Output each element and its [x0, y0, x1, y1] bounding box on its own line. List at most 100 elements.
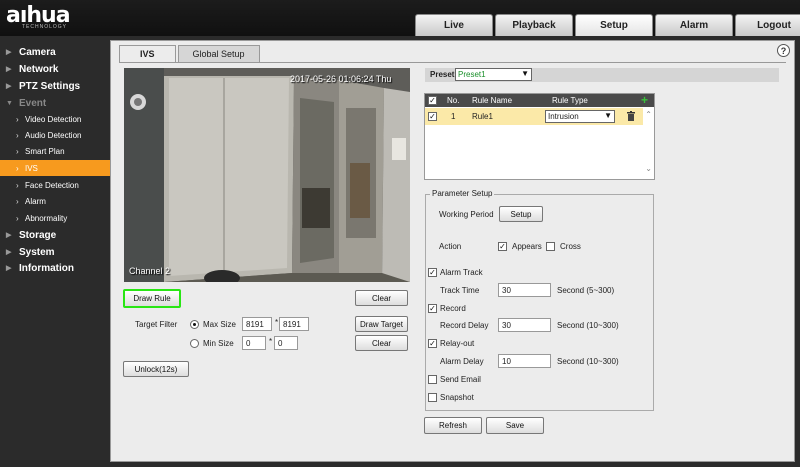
send-email-checkbox[interactable]	[428, 375, 437, 384]
tab-global-setup[interactable]: Global Setup	[177, 45, 260, 62]
sidebar-item-information[interactable]: ▶ Information	[0, 260, 110, 276]
unlock-button[interactable]: Unlock(12s)	[123, 361, 189, 377]
alarm-delay-label: Alarm Delay	[440, 357, 484, 366]
sidebar-item-label: Face Detection	[25, 180, 79, 190]
track-time-input[interactable]: 30	[498, 283, 551, 297]
video-preview[interactable]: 2017-05-26 01:06:24 Thu Channel 2	[124, 68, 410, 282]
video-timestamp: 2017-05-26 01:06:24 Thu	[290, 74, 392, 84]
sidebar-item-smart-plan[interactable]: › Smart Plan	[0, 143, 110, 159]
brand-tagline: TECHNOLOGY	[22, 24, 68, 30]
scroll-down-icon[interactable]: ⌄	[645, 164, 652, 173]
sidebar-item-system[interactable]: ▶ System	[0, 244, 110, 260]
max-size-width-input[interactable]: 8191	[242, 317, 272, 331]
record-delay-label: Record Delay	[440, 321, 489, 330]
sidebar-item-event[interactable]: ▼ Event	[0, 95, 110, 111]
sidebar-item-label: Camera	[19, 46, 56, 58]
table-row[interactable]: ✓ 1 Rule1 Intrusion ▼	[425, 108, 643, 125]
help-icon[interactable]: ?	[777, 44, 790, 57]
sidebar-item-ivs[interactable]: › IVS	[0, 160, 110, 176]
max-size-radio[interactable]	[190, 320, 199, 329]
trash-icon[interactable]	[627, 111, 635, 121]
min-size-width-input[interactable]: 0	[242, 336, 266, 350]
max-size-height-input[interactable]: 8191	[279, 317, 309, 331]
chevron-right-icon: ▶	[6, 49, 12, 56]
parameter-setup-group: Parameter Setup Working Period Setup Act…	[425, 189, 654, 411]
chevron-right-icon: ▶	[6, 232, 12, 239]
sidebar-item-network[interactable]: ▶ Network	[0, 61, 110, 77]
chevron-right-icon: ▶	[6, 265, 12, 272]
clear-rule-button[interactable]: Clear	[355, 290, 408, 306]
appears-checkbox[interactable]: ✓	[498, 242, 507, 251]
chevron-right-icon: ▶	[6, 66, 12, 73]
snapshot-checkbox[interactable]	[428, 393, 437, 402]
action-label: Action	[439, 242, 462, 251]
min-size-radio[interactable]	[190, 339, 199, 348]
sidebar-item-label: Information	[19, 262, 74, 274]
parameter-setup-legend: Parameter Setup	[430, 189, 495, 198]
sidebar-item-label: Storage	[19, 229, 57, 241]
sidebar-item-label: Network	[19, 63, 59, 75]
track-time-label: Track Time	[440, 286, 480, 295]
nav-tab-live[interactable]: Live	[415, 14, 493, 36]
target-filter-label: Target Filter	[135, 320, 178, 329]
sidebar-item-label: Video Detection	[25, 114, 82, 124]
sidebar-item-storage[interactable]: ▶ Storage	[0, 227, 110, 243]
chevron-right-icon: ›	[16, 213, 19, 223]
sidebar-item-audio-detection[interactable]: › Audio Detection	[0, 127, 110, 143]
chevron-right-icon: ›	[16, 130, 19, 140]
min-size-separator: *	[269, 337, 273, 346]
max-size-separator: *	[275, 318, 279, 327]
camera-scene-image	[124, 68, 410, 282]
rule-enable-checkbox[interactable]: ✓	[428, 112, 437, 121]
draw-rule-button[interactable]: Draw Rule	[123, 289, 181, 308]
sidebar-item-label: IVS	[25, 163, 38, 173]
sidebar-item-face-detection[interactable]: › Face Detection	[0, 177, 110, 193]
refresh-button[interactable]: Refresh	[424, 417, 482, 434]
select-all-checkbox[interactable]: ✓	[428, 96, 437, 105]
chevron-right-icon: ▶	[6, 249, 12, 256]
sidebar-item-label: PTZ Settings	[19, 80, 81, 92]
sidebar-item-abnormality[interactable]: › Abnormality	[0, 210, 110, 226]
sidebar-item-camera[interactable]: ▶ Camera	[0, 44, 110, 60]
alarm-track-label: Alarm Track	[440, 268, 483, 277]
relay-out-checkbox[interactable]: ✓	[428, 339, 437, 348]
rule-type-select[interactable]: Intrusion ▼	[545, 110, 615, 123]
sidebar-item-video-detection[interactable]: › Video Detection	[0, 111, 110, 127]
min-size-height-input[interactable]: 0	[274, 336, 298, 350]
max-size-label: Max Size	[203, 320, 236, 329]
preset-select[interactable]: Preset1 ▼	[455, 68, 532, 81]
nav-tab-setup[interactable]: Setup	[575, 14, 653, 36]
nav-tab-alarm[interactable]: Alarm	[655, 14, 733, 36]
subtabs: IVS Global Setup	[119, 45, 262, 62]
clear-target-button[interactable]: Clear	[355, 335, 408, 351]
cross-label: Cross	[560, 242, 581, 251]
tab-ivs[interactable]: IVS	[119, 45, 176, 62]
sidebar-item-ptz-settings[interactable]: ▶ PTZ Settings	[0, 78, 110, 94]
alarm-track-checkbox[interactable]: ✓	[428, 268, 437, 277]
app-header: aıhua TECHNOLOGY Live Playback Setup Ala…	[0, 0, 800, 36]
plus-icon[interactable]: +	[641, 93, 648, 107]
save-button[interactable]: Save	[486, 417, 544, 434]
working-period-label: Working Period	[439, 210, 494, 219]
chevron-right-icon: ›	[16, 163, 19, 173]
tab-divider	[119, 62, 786, 63]
alarm-delay-input[interactable]: 10	[498, 354, 551, 368]
cross-checkbox[interactable]	[546, 242, 555, 251]
sidebar-item-alarm[interactable]: › Alarm	[0, 193, 110, 209]
nav-tab-playback[interactable]: Playback	[495, 14, 573, 36]
send-email-label: Send Email	[440, 375, 481, 384]
preset-label: Preset	[430, 70, 455, 79]
record-checkbox[interactable]: ✓	[428, 304, 437, 313]
sidebar-item-label: Audio Detection	[25, 130, 82, 140]
col-header-no: No.	[447, 96, 460, 105]
relay-out-label: Relay-out	[440, 339, 475, 348]
col-header-rule-name: Rule Name	[472, 96, 513, 105]
record-delay-input[interactable]: 30	[498, 318, 551, 332]
chevron-down-icon: ▼	[521, 69, 529, 78]
draw-target-button[interactable]: Draw Target	[355, 316, 408, 332]
setup-button[interactable]: Setup	[499, 206, 543, 222]
nav-tab-logout[interactable]: Logout	[735, 14, 800, 36]
scroll-up-icon[interactable]: ⌃	[645, 110, 652, 119]
chevron-down-icon: ▼	[6, 99, 13, 107]
preset-value: Preset1	[458, 70, 486, 79]
